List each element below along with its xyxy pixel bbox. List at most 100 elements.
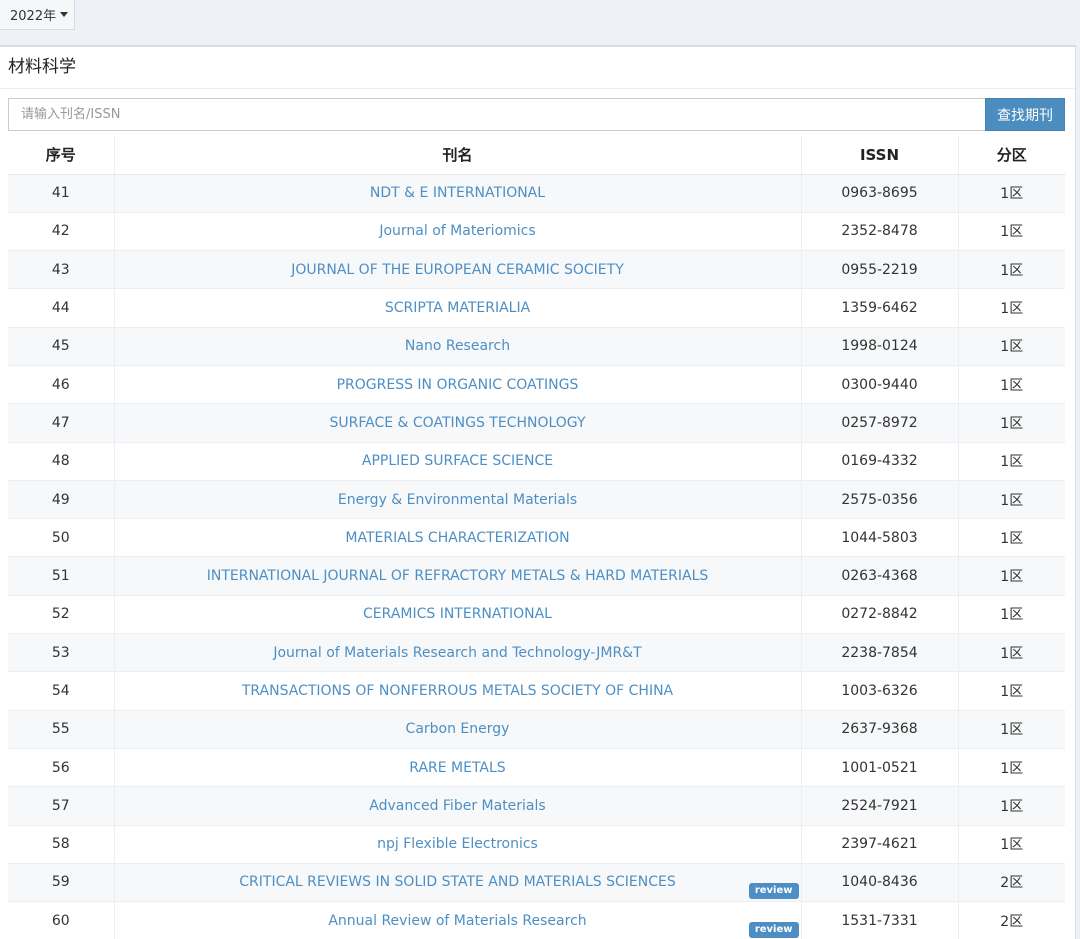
row-issn: 0169-4332	[801, 441, 959, 481]
row-issn: 2397-4621	[801, 824, 959, 864]
row-name-cell: Annual Review of Materials Research revie…	[114, 901, 802, 939]
row-name-cell: Advanced Fiber Materials	[114, 786, 802, 826]
table-row: 42 Journal of Materiomics 2352-8478 1区	[8, 211, 1065, 251]
header-name: 刊名	[114, 136, 802, 175]
row-name-cell: APPLIED SURFACE SCIENCE	[114, 441, 802, 481]
table-row: 60 Annual Review of Materials Research rev…	[8, 901, 1065, 939]
journal-link[interactable]: CERAMICS INTERNATIONAL	[363, 606, 552, 622]
journal-link[interactable]: Annual Review of Materials Research	[328, 913, 586, 929]
row-index: 56	[8, 747, 115, 787]
row-issn: 0955-2219	[801, 250, 959, 289]
row-issn: 1003-6326	[801, 671, 959, 711]
row-name-cell: TRANSACTIONS OF NONFERROUS METALS SOCIET…	[114, 671, 802, 711]
review-badge: review	[748, 921, 799, 938]
journal-link[interactable]: Advanced Fiber Materials	[369, 798, 545, 814]
row-issn: 1040-8436	[801, 862, 959, 902]
search-input[interactable]	[8, 98, 985, 131]
row-issn: 2575-0356	[801, 479, 959, 519]
row-name-cell: MATERIALS CHARACTERIZATION	[114, 518, 802, 557]
table-row: 54 TRANSACTIONS OF NONFERROUS METALS SOCI…	[8, 671, 1065, 711]
row-issn: 0263-4368	[801, 556, 959, 596]
row-zone: 1区	[958, 364, 1065, 404]
table-row: 46 PROGRESS IN ORGANIC COATINGS 0300-9440 1…	[8, 364, 1065, 404]
row-zone: 1区	[958, 556, 1065, 596]
table-row: 45 Nano Research 1998-0124 1区	[8, 326, 1065, 366]
row-zone: 1区	[958, 747, 1065, 787]
row-index: 59	[8, 862, 115, 902]
row-zone: 1区	[958, 250, 1065, 289]
row-index: 47	[8, 403, 115, 443]
table-row: 56 RARE METALS 1001-0521 1区	[8, 747, 1065, 787]
journal-link[interactable]: Journal of Materiomics	[379, 223, 535, 239]
row-name-cell: CRITICAL REVIEWS IN SOLID STATE AND MATE…	[114, 862, 802, 902]
row-issn: 0300-9440	[801, 364, 959, 404]
journal-link[interactable]: Journal of Materials Research and Techno…	[273, 645, 641, 661]
row-zone: 1区	[958, 479, 1065, 519]
row-index: 42	[8, 211, 115, 251]
row-zone: 1区	[958, 594, 1065, 634]
row-name-cell: Journal of Materials Research and Techno…	[114, 633, 802, 672]
header-issn: ISSN	[801, 136, 959, 175]
journal-link[interactable]: TRANSACTIONS OF NONFERROUS METALS SOCIET…	[242, 683, 673, 699]
year-dropdown-label: 2022年	[10, 9, 57, 24]
table-row: 58 npj Flexible Electronics 2397-4621 1区	[8, 824, 1065, 864]
row-zone: 2区	[958, 901, 1065, 939]
row-name-cell: SURFACE & COATINGS TECHNOLOGY	[114, 403, 802, 443]
row-zone: 1区	[958, 633, 1065, 672]
journal-link[interactable]: INTERNATIONAL JOURNAL OF REFRACTORY META…	[207, 568, 709, 584]
row-index: 50	[8, 518, 115, 557]
row-zone: 1区	[958, 709, 1065, 749]
table-header-row: 序号 刊名 ISSN 分区	[8, 136, 1065, 175]
row-zone: 1区	[958, 824, 1065, 864]
table-row: 43 JOURNAL OF THE EUROPEAN CERAMIC SOCIET…	[8, 250, 1065, 289]
row-index: 43	[8, 250, 115, 289]
journal-link[interactable]: SURFACE & COATINGS TECHNOLOGY	[330, 415, 586, 431]
row-issn: 0257-8972	[801, 403, 959, 443]
review-badge: review	[748, 883, 799, 900]
search-journal-button[interactable]: 查找期刊	[985, 98, 1065, 131]
journal-link[interactable]: MATERIALS CHARACTERIZATION	[345, 530, 569, 546]
journal-link[interactable]: RARE METALS	[409, 760, 505, 776]
row-name-cell: PROGRESS IN ORGANIC COATINGS	[114, 364, 802, 404]
journal-link[interactable]: CRITICAL REVIEWS IN SOLID STATE AND MATE…	[239, 874, 675, 890]
journal-link[interactable]: npj Flexible Electronics	[377, 836, 538, 852]
journal-link[interactable]: APPLIED SURFACE SCIENCE	[362, 453, 553, 469]
row-name-cell: npj Flexible Electronics	[114, 824, 802, 864]
row-index: 54	[8, 671, 115, 711]
row-name-cell: Nano Research	[114, 326, 802, 366]
row-index: 55	[8, 709, 115, 749]
journal-link[interactable]: JOURNAL OF THE EUROPEAN CERAMIC SOCIETY	[291, 262, 624, 278]
journal-link[interactable]: NDT & E INTERNATIONAL	[370, 185, 545, 201]
table-row: 48 APPLIED SURFACE SCIENCE 0169-4332 1区	[8, 441, 1065, 481]
table-body: 41 NDT & E INTERNATIONAL 0963-8695 1区 42 Jour…	[8, 173, 1065, 939]
journal-link[interactable]: Carbon Energy	[406, 721, 510, 737]
row-index: 51	[8, 556, 115, 596]
journal-link[interactable]: Nano Research	[405, 338, 510, 354]
row-index: 60	[8, 901, 115, 939]
table-row: 41 NDT & E INTERNATIONAL 0963-8695 1区	[8, 173, 1065, 213]
row-issn: 1001-0521	[801, 747, 959, 787]
journal-link[interactable]: PROGRESS IN ORGANIC COATINGS	[337, 377, 579, 393]
row-index: 44	[8, 288, 115, 328]
year-dropdown-button[interactable]: 2022年	[0, 0, 75, 30]
table-row: 49 Energy & Environmental Materials 2575-0…	[8, 479, 1065, 519]
row-zone: 1区	[958, 211, 1065, 251]
table-row: 53 Journal of Materials Research and Tech…	[8, 633, 1065, 672]
row-zone: 1区	[958, 441, 1065, 481]
table-row: 57 Advanced Fiber Materials 2524-7921 1区	[8, 786, 1065, 826]
row-index: 49	[8, 479, 115, 519]
row-name-cell: SCRIPTA MATERIALIA	[114, 288, 802, 328]
row-issn: 2352-8478	[801, 211, 959, 251]
table-row: 44 SCRIPTA MATERIALIA 1359-6462 1区	[8, 288, 1065, 328]
row-issn: 1531-7331	[801, 901, 959, 939]
row-index: 41	[8, 173, 115, 213]
table-row: 51 INTERNATIONAL JOURNAL OF REFRACTORY ME…	[8, 556, 1065, 596]
row-index: 48	[8, 441, 115, 481]
row-zone: 1区	[958, 403, 1065, 443]
panel-title: 材料科学	[0, 47, 1075, 89]
journal-link[interactable]: Energy & Environmental Materials	[338, 492, 577, 508]
journal-link[interactable]: SCRIPTA MATERIALIA	[385, 300, 530, 316]
row-index: 53	[8, 633, 115, 672]
search-bar: 查找期刊	[8, 98, 1065, 131]
header-index: 序号	[8, 136, 115, 175]
